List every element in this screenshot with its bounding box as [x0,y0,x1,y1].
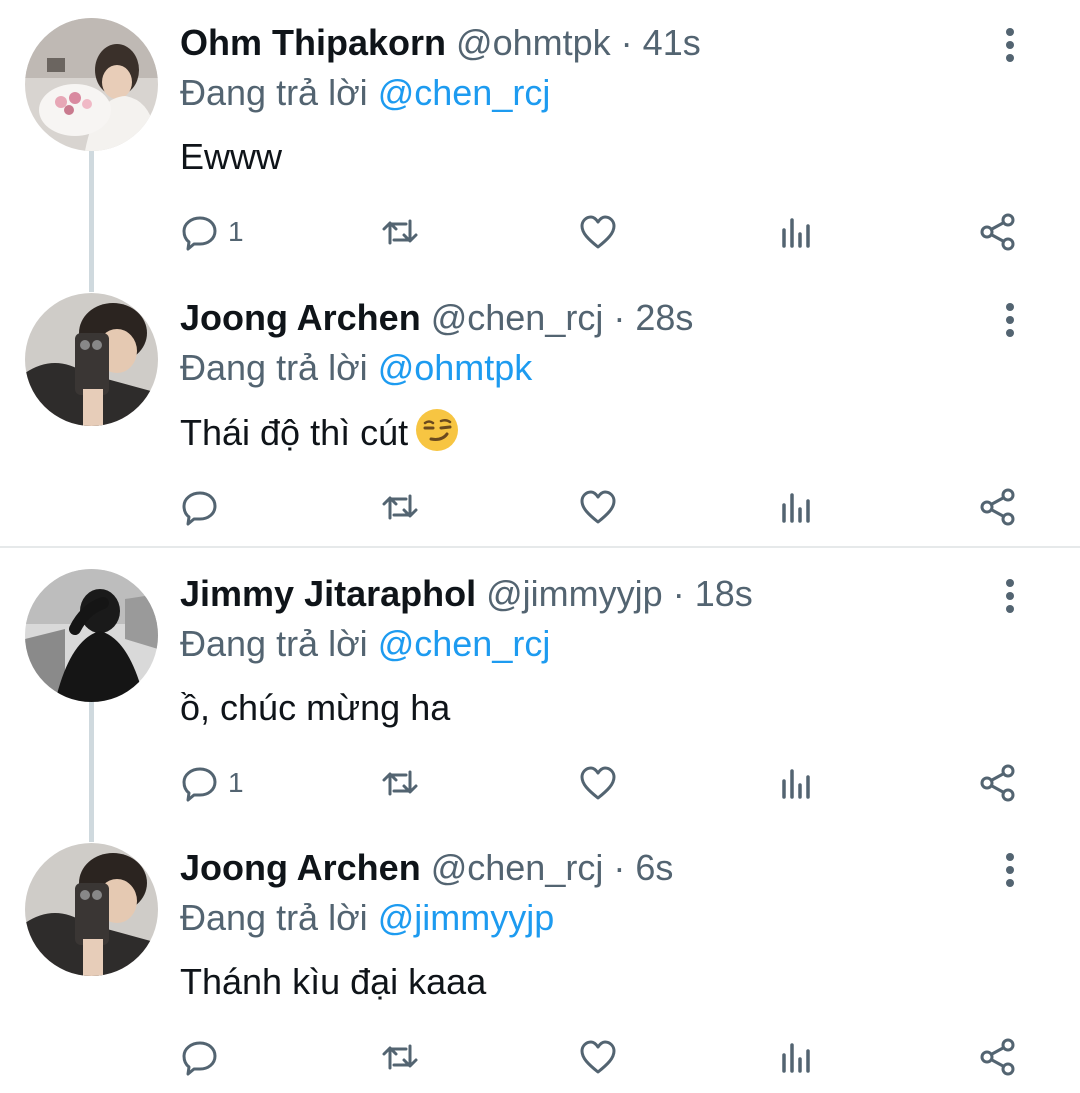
tweet-content: Joong Archen @chen_rcj · 6s Đang trả lời… [180,843,1050,1007]
tweet-text: ồ, chúc mừng ha [180,687,451,728]
separator: · [613,297,626,338]
tweet-text: Ewww [180,136,283,177]
reply-icon [182,767,217,802]
tweet-header: Joong Archen @chen_rcj · 6s [180,843,1050,893]
replying-label: Đang trả lời [180,897,368,938]
more-icon[interactable] [1004,303,1016,337]
tweet-text: Thánh kìu đại kaaa [180,961,487,1002]
like-button[interactable] [578,483,618,531]
reply-icon [182,491,217,526]
like-button[interactable] [578,759,618,807]
display-name[interactable]: Joong Archen [180,847,421,888]
mention-link[interactable]: @chen_rcj [378,623,551,664]
reply-icon [182,1041,217,1076]
display-name[interactable]: Joong Archen [180,297,421,338]
mention-link[interactable]: @chen_rcj [378,72,551,113]
tweet-content: Jimmy Jitaraphol @jimmyyjp · 18s Đang tr… [180,569,1050,733]
analytics-icon [782,769,810,799]
tweet-content: Joong Archen @chen_rcj · 28s Đang trả lờ… [180,293,1050,458]
replying-label: Đang trả lời [180,623,368,664]
share-button[interactable] [978,1033,1018,1081]
reply-button[interactable] [180,483,228,531]
like-icon [580,766,616,800]
separator: · [613,847,626,888]
like-icon [580,490,616,524]
replying-to: Đang trả lời @ohmtpk [180,343,1050,393]
replying-label: Đang trả lời [180,347,368,388]
analytics-icon [782,493,810,523]
display-name[interactable]: Ohm Thipakorn [180,22,446,63]
tweet-header: Ohm Thipakorn @ohmtpk · 41s [180,18,1050,68]
replying-to: Đang trả lời @jimmyyjp [180,893,1050,943]
avatar[interactable] [25,18,158,151]
timestamp[interactable]: 18s [695,573,753,614]
timestamp[interactable]: 6s [635,847,673,888]
reply-button[interactable]: 1 [180,208,244,256]
timestamp[interactable]: 28s [635,297,693,338]
analytics-button[interactable] [778,1033,818,1081]
reply-icon [182,216,217,251]
retweet-icon [382,494,418,520]
analytics-button[interactable] [778,483,818,531]
analytics-button[interactable] [778,208,818,256]
avatar[interactable] [25,569,158,702]
timestamp[interactable]: 41s [643,22,701,63]
reply-count: 1 [228,767,244,798]
handle[interactable]: @jimmyyjp [486,573,663,614]
share-icon [980,488,1015,526]
like-button[interactable] [578,1033,618,1081]
display-name[interactable]: Jimmy Jitaraphol [180,573,476,614]
share-button[interactable] [978,483,1018,531]
like-icon [580,1040,616,1074]
mention-link[interactable]: @jimmyyjp [378,897,555,938]
more-icon[interactable] [1004,28,1016,62]
analytics-icon [782,1043,810,1073]
mention-link[interactable]: @ohmtpk [378,347,533,388]
analytics-icon [782,218,810,248]
reply-button[interactable] [180,1033,228,1081]
retweet-button[interactable] [380,483,420,531]
separator: · [620,22,633,63]
tweet-text: Thái độ thì cút [180,407,1050,458]
tweet-content: Ohm Thipakorn @ohmtpk · 41s Đang trả lời… [180,18,1050,182]
avatar[interactable] [25,293,158,426]
tweet-actions: 1 [0,208,1015,256]
share-icon [980,764,1015,802]
more-icon[interactable] [1004,579,1016,613]
retweet-icon [382,1044,418,1070]
handle[interactable]: @chen_rcj [431,297,604,338]
share-icon [980,1038,1015,1076]
tweet-text-content: Thái độ thì cút [180,412,409,453]
tweet-header: Joong Archen @chen_rcj · 28s [180,293,1050,343]
retweet-button[interactable] [380,759,420,807]
share-icon [980,213,1015,251]
replying-to: Đang trả lời @chen_rcj [180,68,1050,118]
avatar[interactable] [25,843,158,976]
tweet-header: Jimmy Jitaraphol @jimmyyjp · 18s [180,569,1050,619]
analytics-button[interactable] [778,759,818,807]
retweet-button[interactable] [380,208,420,256]
reply-count: 1 [228,216,244,247]
smirking-face-emoji [416,409,459,451]
conversation-divider [0,546,1080,548]
share-button[interactable] [978,759,1018,807]
tweet-actions [0,1033,1015,1081]
replying-to: Đang trả lời @chen_rcj [180,619,1050,669]
separator: · [672,573,685,614]
reply-button[interactable]: 1 [180,759,244,807]
more-icon[interactable] [1004,853,1016,887]
tweet-actions: 1 [0,759,1015,807]
replying-label: Đang trả lời [180,72,368,113]
retweet-button[interactable] [380,1033,420,1081]
handle[interactable]: @ohmtpk [456,22,611,63]
handle[interactable]: @chen_rcj [431,847,604,888]
retweet-icon [382,219,418,245]
tweet-actions [0,483,1015,531]
like-button[interactable] [578,208,618,256]
share-button[interactable] [978,208,1018,256]
retweet-icon [382,770,418,796]
like-icon [580,215,616,249]
